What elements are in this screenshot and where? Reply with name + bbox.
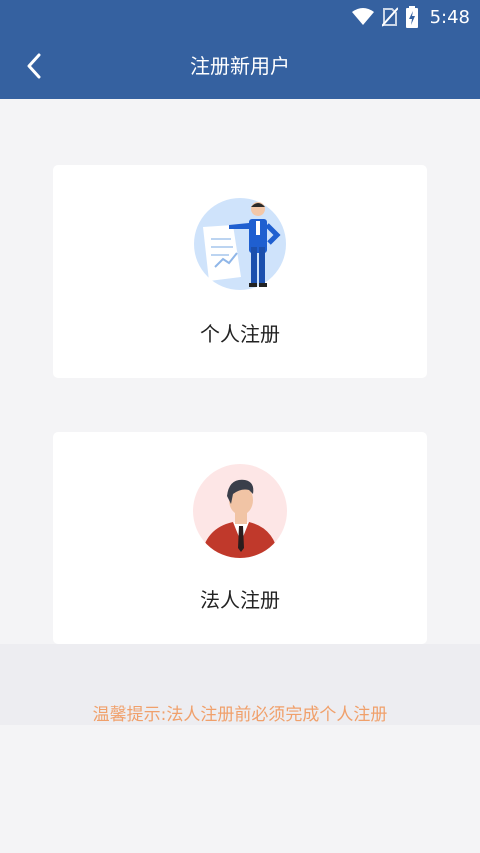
businessman-with-document-illustration	[194, 198, 286, 290]
main-content: 个人注册 法人注册 温馨提示:法人注册前必须完成个人注册	[0, 99, 480, 853]
man-in-red-suit-avatar-illustration	[193, 464, 287, 558]
legal-entity-registration-card[interactable]: 法人注册	[53, 432, 427, 644]
app-bar: 注册新用户	[0, 34, 480, 99]
personal-registration-label: 个人注册	[200, 322, 280, 346]
battery-charging-icon	[405, 6, 418, 28]
page-title: 注册新用户	[190, 54, 290, 78]
legal-entity-registration-label: 法人注册	[200, 588, 280, 612]
status-icons: 5:48	[351, 6, 470, 28]
tip-band: 温馨提示:法人注册前必须完成个人注册	[0, 644, 480, 725]
personal-registration-card[interactable]: 个人注册	[53, 165, 427, 378]
wifi-icon	[351, 8, 374, 25]
status-time: 5:48	[429, 6, 470, 28]
no-sim-icon	[381, 7, 398, 27]
status-bar: 5:48	[0, 0, 480, 34]
registration-tip: 温馨提示:法人注册前必须完成个人注册	[92, 705, 388, 725]
